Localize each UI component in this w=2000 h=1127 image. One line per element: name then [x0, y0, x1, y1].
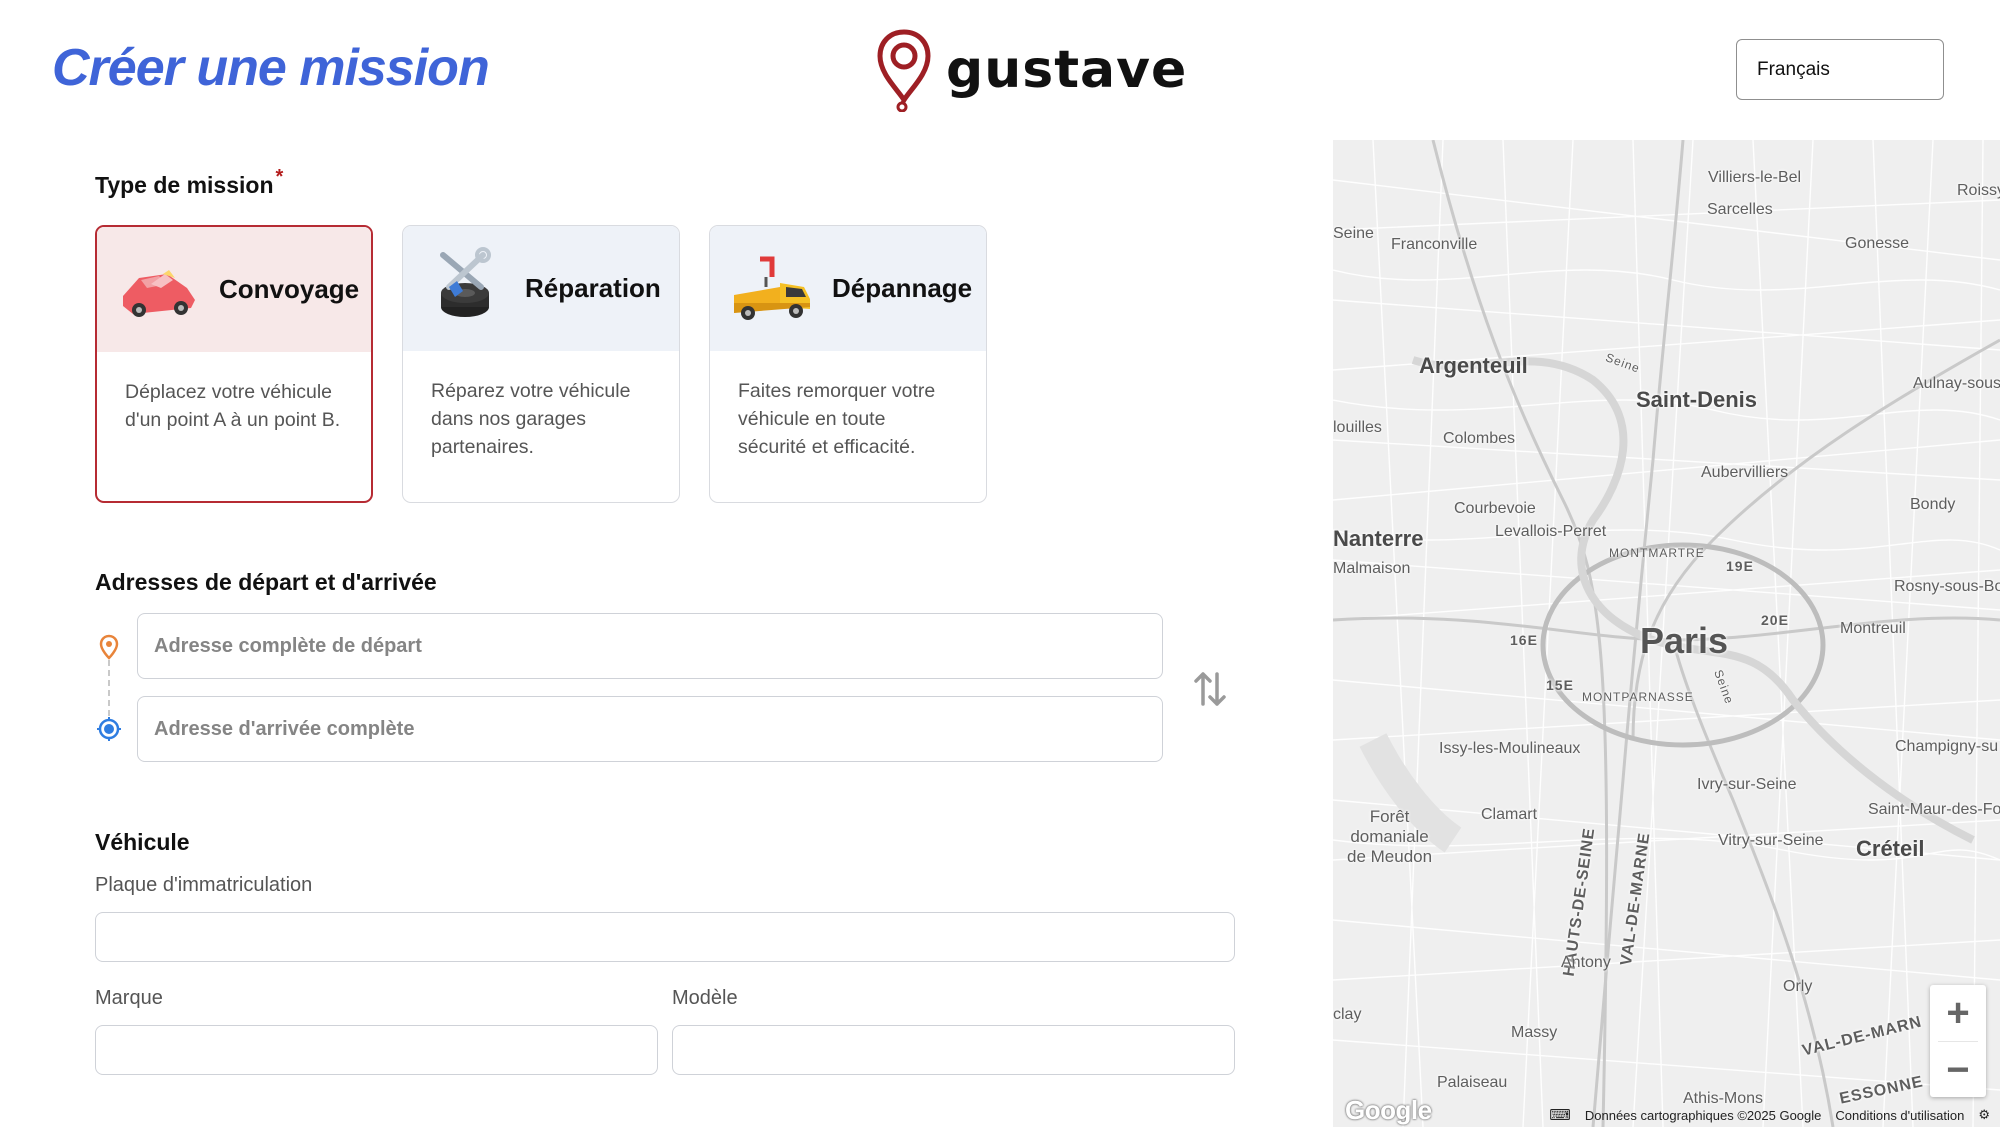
brand-label: Marque [95, 987, 163, 1009]
map-label-rosny: Rosny-sous-Bo [1894, 578, 2000, 595]
map-label-roissy: Roissy [1957, 182, 2000, 199]
mission-card-reparation[interactable]: Réparation Réparez votre véhicule dans n… [402, 225, 680, 503]
map-label-saint-maur: Saint-Maur-des-Fo [1868, 801, 2000, 818]
gustave-logo: gustave [876, 28, 1187, 112]
map-label-antony: Antony [1561, 954, 1611, 971]
card-description: Réparez votre véhicule dans nos garages … [431, 380, 631, 458]
card-header: Dépannage [710, 226, 986, 351]
map-label-ivry: Ivry-sur-Seine [1697, 776, 1797, 793]
map-label-foret: Forêt domaniale de Meudon [1347, 807, 1433, 866]
card-label: Dépannage [832, 273, 973, 303]
map-label-gonesse: Gonesse [1845, 235, 1910, 252]
departure-address-input[interactable] [137, 613, 1163, 679]
map-label-clay: clay [1333, 1006, 1362, 1023]
zoom-out-button[interactable]: − [1930, 1042, 1986, 1098]
map-label-15e: 15E [1546, 677, 1574, 693]
map-label-vitry: Vitry-sur-Seine [1718, 832, 1824, 849]
map-label-montparnasse: MONTPARNASSE [1582, 690, 1694, 704]
mission-type-cards: Convoyage Déplacez votre véhicule d'un p… [95, 225, 987, 503]
map-label-franconville: Franconville [1391, 236, 1478, 253]
car-icon [123, 269, 195, 317]
map-label-massy: Massy [1511, 1024, 1558, 1041]
swap-addresses-icon[interactable] [1192, 668, 1228, 710]
card-description: Déplacez votre véhicule d'un point A à u… [125, 381, 341, 431]
map-label-champigny: Champigny-su [1895, 738, 1999, 755]
language-select[interactable]: Français [1736, 39, 1944, 100]
card-description: Faites remorquer votre véhicule en toute… [738, 380, 936, 458]
map-label-levallois: Levallois-Perret [1495, 523, 1607, 540]
map-terms-link[interactable]: Conditions d'utilisation [1835, 1108, 1964, 1123]
map-label-colombes: Colombes [1443, 430, 1516, 447]
map-label-clamart: Clamart [1481, 806, 1538, 823]
model-label: Modèle [672, 987, 738, 1009]
card-label: Réparation [525, 273, 661, 303]
mission-card-convoyage[interactable]: Convoyage Déplacez votre véhicule d'un p… [95, 225, 373, 503]
card-header: Convoyage [97, 227, 371, 352]
departure-pin-icon [99, 634, 119, 660]
map-attribution: Données cartographiques ©2025 Google [1584, 1107, 1822, 1123]
map[interactable]: Villiers-le-Bel Roissy Sarcelles Seine F… [1333, 140, 2000, 1127]
map-label-aubervilliers: Aubervilliers [1701, 464, 1789, 481]
map-label-paris: Paris [1640, 620, 1729, 661]
keyboard-icon[interactable]: ⌨ [1549, 1106, 1571, 1124]
addresses-title: Adresses de départ et d'arrivée [95, 569, 437, 595]
card-header: Réparation [403, 226, 679, 351]
map-label-montreuil: Montreuil [1840, 620, 1906, 637]
map-label-orly: Orly [1783, 978, 1813, 995]
map-label-creteil: Créteil [1856, 836, 1925, 861]
mission-type-title-text: Type de mission [95, 172, 274, 198]
plate-input[interactable] [95, 912, 1235, 962]
map-label-argenteuil: Argenteuil [1419, 353, 1528, 378]
map-label-nanterre: Nanterre [1333, 526, 1424, 551]
map-label-rueil: Malmaison [1333, 560, 1411, 577]
map-label-houilles: louilles [1333, 419, 1382, 436]
model-input[interactable] [672, 1025, 1235, 1075]
arrival-address-input[interactable] [137, 696, 1163, 762]
tow-truck-icon [734, 256, 810, 320]
map-footer: ⌨ Données cartographiques ©2025 Google C… [1333, 1103, 2000, 1127]
vehicle-title: Véhicule [95, 829, 190, 855]
map-label-courbevoie: Courbevoie [1454, 500, 1536, 517]
arrival-target-icon [97, 717, 121, 741]
map-label-16e: 16E [1510, 632, 1538, 648]
logo-text: gustave [946, 40, 1188, 100]
route-connector [108, 660, 110, 716]
location-pin-logo-icon [877, 29, 931, 112]
mission-type-title: Type de mission * [95, 166, 283, 199]
map-label-saint-denis: Saint-Denis [1636, 387, 1758, 412]
map-label-palaiseau: Palaiseau [1437, 1074, 1508, 1091]
page-title: Créer une mission [52, 39, 490, 97]
map-label-20e: 20E [1761, 612, 1789, 628]
map-label-villiers: Villiers-le-Bel [1708, 169, 1802, 186]
zoom-in-button[interactable]: + [1930, 985, 1986, 1041]
plate-label: Plaque d'immatriculation [95, 874, 313, 896]
card-label: Convoyage [219, 274, 360, 304]
map-label-issy: Issy-les-Moulineaux [1439, 740, 1581, 757]
brand-input[interactable] [95, 1025, 658, 1075]
mission-card-depannage[interactable]: Dépannage Faites remorquer votre véhicul… [709, 225, 987, 503]
map-label-aulnay: Aulnay-sous [1913, 375, 2000, 392]
map-label-seine-west: Seine [1333, 225, 1374, 242]
map-label-bondy: Bondy [1910, 496, 1956, 513]
map-label-19e: 19E [1726, 558, 1754, 574]
tire-wrench-icon [440, 246, 491, 317]
report-bug-icon[interactable]: ⚙ [1978, 1107, 1990, 1123]
required-mark: * [275, 166, 284, 188]
map-zoom-controls: + − [1930, 985, 1986, 1097]
map-label-montmartre: MONTMARTRE [1609, 546, 1705, 560]
map-label-sarcelles: Sarcelles [1707, 201, 1773, 218]
